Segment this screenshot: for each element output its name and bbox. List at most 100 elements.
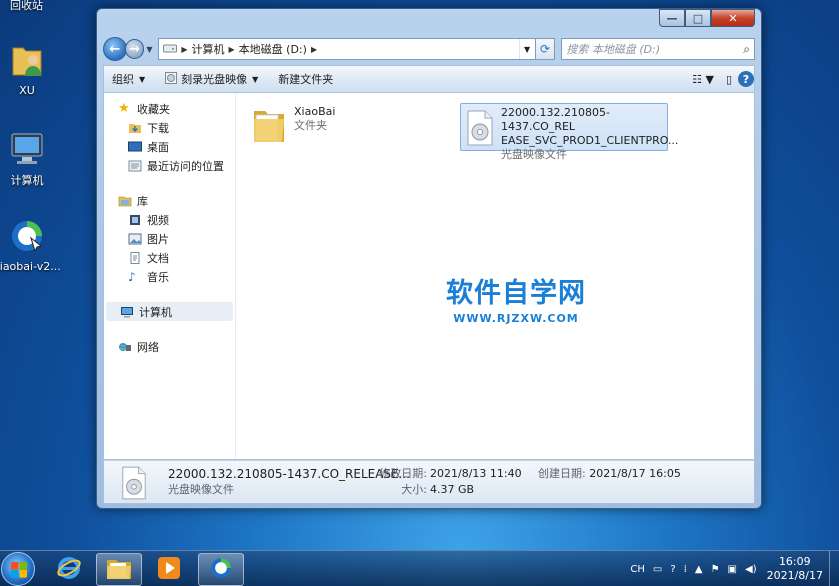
nav-videos[interactable]: 视频 xyxy=(104,210,235,229)
address-bar[interactable]: ▶ 计算机 ▶ 本地磁盘 (D:) ▶ ▼ xyxy=(158,38,536,60)
computer-icon xyxy=(7,128,47,168)
start-button[interactable] xyxy=(1,552,35,586)
ime-settings-icon[interactable]: ⁞ xyxy=(684,564,687,575)
close-button[interactable]: ✕ xyxy=(711,9,755,27)
nav-music[interactable]: ♪ 音乐 xyxy=(104,267,235,286)
computer-icon xyxy=(120,306,134,318)
nav-recent-places[interactable]: 最近访问的位置 xyxy=(104,156,235,175)
keyboard-icon[interactable]: ▭ xyxy=(653,564,662,575)
nav-label: 计算机 xyxy=(139,305,172,319)
navigation-pane: ★ 收藏夹 下载 桌面 最近访问的位置 库 视频 图片 文档 ♪ 音乐 计算机 … xyxy=(104,93,236,459)
nav-label: 下载 xyxy=(147,121,169,135)
chevron-down-icon: ▼ xyxy=(252,74,259,84)
address-dropdown-icon[interactable]: ▼ xyxy=(518,39,535,59)
xiaobai-app-icon xyxy=(7,216,47,256)
main-panes: ★ 收藏夹 下载 桌面 最近访问的位置 库 视频 图片 文档 ♪ 音乐 计算机 … xyxy=(103,93,755,460)
volume-icon[interactable]: ◀) xyxy=(745,564,757,575)
taskbar-ie[interactable] xyxy=(46,553,92,586)
size-value: 4.37 GB xyxy=(430,483,475,496)
details-values: 2021/8/13 11:40 4.37 GB xyxy=(430,466,522,498)
nav-libraries[interactable]: 库 xyxy=(104,191,235,210)
nav-label: 最近访问的位置 xyxy=(147,159,224,173)
burn-disc-image-button[interactable]: 刻录光盘映像 ▼ xyxy=(165,71,258,87)
organize-label: 组织 xyxy=(112,73,134,86)
nav-label: 视频 xyxy=(147,213,169,227)
desktop-icon-label: XU xyxy=(19,84,35,97)
taskbar-xiaobai[interactable] xyxy=(198,553,244,586)
desktop-icon-xu[interactable]: XU xyxy=(0,40,62,97)
desktop-icon-computer[interactable]: 计算机 xyxy=(0,128,62,188)
file-name-line2: EASE_SVC_PROD1_CLIENTPRO... xyxy=(501,134,679,147)
new-folder-button[interactable]: 新建文件夹 xyxy=(278,71,333,87)
arrow-left-icon: ← xyxy=(109,41,121,57)
desktop-icon xyxy=(128,141,142,153)
taskbar: CH ▭ ? ⁞ ▲ ⚑ ▣ ◀) 16:09 2021/8/17 xyxy=(0,550,839,586)
downloads-icon xyxy=(128,122,142,134)
nav-network[interactable]: 网络 xyxy=(104,337,235,356)
nav-documents[interactable]: 文档 xyxy=(104,248,235,267)
nav-computer[interactable]: 计算机 xyxy=(106,302,233,321)
maximize-button[interactable]: □ xyxy=(685,9,711,27)
disc-image-icon xyxy=(120,466,148,503)
file-label: 22000.132.210805-1437.CO_REL EASE_SVC_PR… xyxy=(501,106,679,161)
nav-desktop[interactable]: 桌面 xyxy=(104,137,235,156)
clock[interactable]: 16:09 2021/8/17 xyxy=(767,555,823,583)
breadcrumb-separator-icon[interactable]: ▶ xyxy=(229,45,235,54)
organize-menu[interactable]: 组织 ▼ xyxy=(112,71,145,87)
file-item-xiaobai[interactable]: XiaoBai 文件夹 xyxy=(252,105,335,148)
refresh-icon: ⟳ xyxy=(539,42,550,56)
created-value: 2021/8/17 16:05 xyxy=(589,467,681,480)
size-label: 大小: xyxy=(401,483,427,496)
address-row: ← → ▼ ▶ 计算机 ▶ 本地磁盘 (D:) ▶ ▼ ⟳ 搜索 本地磁盘 (D… xyxy=(103,37,755,61)
user-folder-icon xyxy=(7,40,47,80)
video-icon xyxy=(128,214,142,226)
explorer-window: — □ ✕ ← → ▼ ▶ 计算机 ▶ 本地磁盘 (D:) ▶ ▼ ⟳ 搜索 本… xyxy=(96,8,762,509)
input-language[interactable]: CH xyxy=(630,564,645,575)
xiaobai-app-icon xyxy=(208,555,234,584)
show-hidden-icons-icon[interactable]: ▲ xyxy=(695,564,703,575)
help-icon[interactable]: ? xyxy=(738,71,754,87)
desktop-icon-xiaobai[interactable]: xiaobai-v2... xyxy=(0,216,62,273)
details-created: 创建日期: 2021/8/17 16:05 xyxy=(538,466,681,482)
file-name-line1: 22000.132.210805-1437.CO_REL xyxy=(501,106,610,133)
history-dropdown-icon[interactable]: ▼ xyxy=(144,45,154,54)
nav-label: 收藏夹 xyxy=(137,102,170,116)
file-label: XiaoBai 文件夹 xyxy=(294,105,335,148)
library-icon xyxy=(118,195,132,207)
search-input[interactable]: 搜索 本地磁盘 (D:) ⌕ xyxy=(561,38,755,60)
minimize-button[interactable]: — xyxy=(659,9,685,27)
network-tray-icon[interactable]: ▣ xyxy=(728,564,737,575)
breadcrumb-separator-icon[interactable]: ▶ xyxy=(311,45,317,54)
action-center-flag-icon[interactable]: ⚑ xyxy=(711,564,720,575)
arrow-right-icon: → xyxy=(129,41,141,57)
desktop-icon-label: 计算机 xyxy=(10,174,44,187)
breadcrumb-computer[interactable]: 计算机 xyxy=(192,41,225,57)
music-icon: ♪ xyxy=(128,269,136,284)
search-icon[interactable]: ⌕ xyxy=(743,42,750,57)
file-item-iso[interactable]: 22000.132.210805-1437.CO_REL EASE_SVC_PR… xyxy=(460,103,678,161)
nav-label: 音乐 xyxy=(147,270,169,284)
preview-pane-icon[interactable]: ▯ xyxy=(726,73,732,86)
breadcrumb-separator-icon[interactable]: ▶ xyxy=(181,45,187,54)
explorer-icon xyxy=(105,555,133,584)
taskbar-explorer[interactable] xyxy=(96,553,142,586)
nav-pictures[interactable]: 图片 xyxy=(104,229,235,248)
show-desktop-button[interactable] xyxy=(829,551,835,586)
clock-time: 16:09 xyxy=(778,555,811,568)
nav-downloads[interactable]: 下载 xyxy=(104,118,235,137)
view-controls: ☷ ▼ ▯ ? xyxy=(686,71,754,87)
nav-favorites[interactable]: ★ 收藏夹 xyxy=(104,99,235,118)
view-options-icon[interactable]: ☷ ▼ xyxy=(692,73,714,86)
command-bar: 组织 ▼ 刻录光盘映像 ▼ 新建文件夹 ☷ ▼ ▯ ? xyxy=(103,65,755,93)
breadcrumb-local-disk[interactable]: 本地磁盘 (D:) xyxy=(239,41,307,57)
help-tray-icon[interactable]: ? xyxy=(670,564,675,575)
back-button[interactable]: ← xyxy=(103,37,127,61)
refresh-button[interactable]: ⟳ xyxy=(535,38,556,60)
nav-label: 库 xyxy=(137,194,148,208)
taskbar-media-player[interactable] xyxy=(146,553,192,586)
file-name: XiaoBai xyxy=(294,105,336,118)
forward-button[interactable]: → xyxy=(124,39,145,59)
details-name-block: 22000.132.210805-1437.CO_RELEASE... 光盘映像… xyxy=(168,466,410,498)
recycle-bin-label[interactable]: 回收站 xyxy=(10,0,43,13)
details-file-type: 光盘映像文件 xyxy=(168,483,234,496)
